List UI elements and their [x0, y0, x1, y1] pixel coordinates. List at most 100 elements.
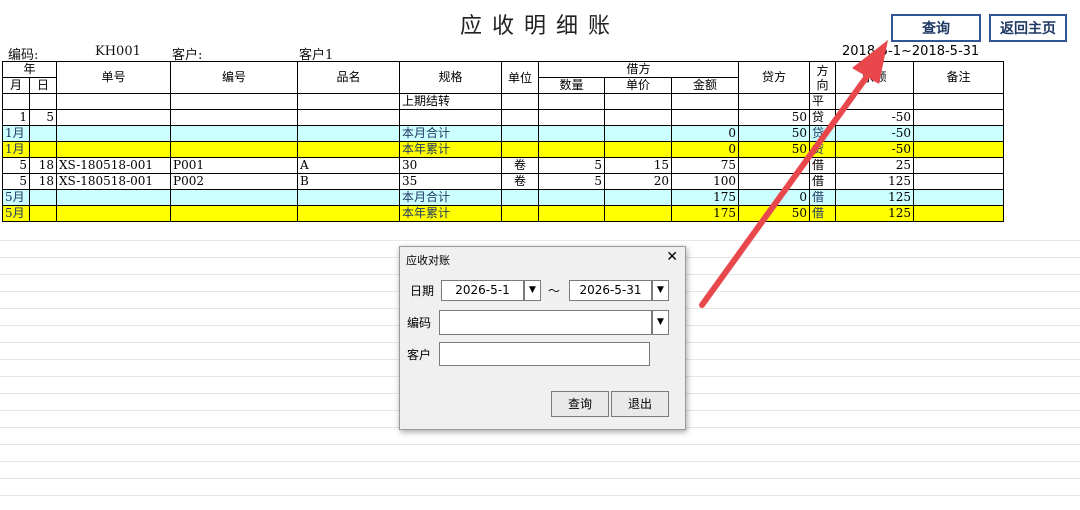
cell-spec[interactable]: 本月合计 [399, 125, 502, 142]
cell-unit[interactable] [501, 205, 539, 222]
cell-balance[interactable]: -50 [835, 125, 914, 142]
home-button[interactable]: 返回主页 [989, 14, 1067, 42]
cell-direction[interactable]: 贷 [809, 125, 836, 142]
cell-credit[interactable]: 50 [738, 125, 810, 142]
cell-amount[interactable] [671, 109, 739, 126]
cell-qty[interactable]: 5 [538, 173, 605, 190]
cell-code[interactable]: P002 [170, 173, 298, 190]
cell-spec[interactable]: 本月合计 [399, 189, 502, 206]
cell-balance[interactable]: -50 [835, 141, 914, 158]
cell-balance[interactable]: 25 [835, 157, 914, 174]
cell-balance[interactable]: 125 [835, 189, 914, 206]
cell-note[interactable] [913, 141, 1004, 158]
cell-unit[interactable] [501, 109, 539, 126]
cell-direction[interactable]: 借 [809, 157, 836, 174]
cell-note[interactable] [913, 125, 1004, 142]
cell-amount[interactable]: 0 [671, 141, 739, 158]
cell-amount[interactable]: 75 [671, 157, 739, 174]
cell-price[interactable]: 20 [604, 173, 672, 190]
cell-order-no[interactable] [56, 125, 171, 142]
cell-spec[interactable]: 35 [399, 173, 502, 190]
cell-price[interactable] [604, 205, 672, 222]
cell-unit[interactable]: 卷 [501, 173, 539, 190]
cell-unit[interactable] [501, 93, 539, 110]
cell-code[interactable]: P001 [170, 157, 298, 174]
cell-month[interactable] [2, 93, 30, 110]
cell-code[interactable] [170, 205, 298, 222]
dialog-exit-button[interactable]: 退出 [611, 391, 669, 417]
cell-amount[interactable]: 175 [671, 189, 739, 206]
cell-amount[interactable]: 175 [671, 205, 739, 222]
cell-product[interactable] [297, 93, 400, 110]
dialog-query-button[interactable]: 查询 [551, 391, 609, 417]
cell-order-no[interactable] [56, 205, 171, 222]
cell-credit[interactable]: 50 [738, 141, 810, 158]
cell-direction[interactable]: 借 [809, 173, 836, 190]
cell-direction[interactable]: 平 [809, 93, 836, 110]
cell-spec[interactable]: 上期结转 [399, 93, 502, 110]
cell-amount[interactable]: 0 [671, 125, 739, 142]
cell-month[interactable]: 1月 [2, 125, 30, 142]
cell-direction[interactable]: 贷 [809, 109, 836, 126]
cell-spec[interactable]: 30 [399, 157, 502, 174]
cell-product[interactable] [297, 125, 400, 142]
cell-order-no[interactable] [56, 189, 171, 206]
cell-direction[interactable]: 借 [809, 205, 836, 222]
cell-day[interactable]: 18 [29, 173, 57, 190]
cell-credit[interactable]: 0 [738, 189, 810, 206]
cell-price[interactable] [604, 141, 672, 158]
cell-month[interactable]: 5 [2, 173, 30, 190]
cell-balance[interactable]: 125 [835, 205, 914, 222]
cell-credit[interactable] [738, 173, 810, 190]
cell-credit[interactable]: 50 [738, 205, 810, 222]
query-button[interactable]: 查询 [891, 14, 981, 42]
date-to-field[interactable]: 2026-5-31 [569, 280, 652, 301]
cell-qty[interactable] [538, 141, 605, 158]
cell-balance[interactable] [835, 93, 914, 110]
cell-direction[interactable]: 借 [809, 189, 836, 206]
cell-month[interactable]: 5月 [2, 189, 30, 206]
code-dropdown-icon[interactable]: ▼ [652, 310, 669, 335]
cell-spec[interactable]: 本年累计 [399, 141, 502, 158]
cell-balance[interactable]: -50 [835, 109, 914, 126]
cell-month[interactable]: 1月 [2, 141, 30, 158]
cell-order-no[interactable]: XS-180518-001 [56, 173, 171, 190]
cell-spec[interactable]: 本年累计 [399, 205, 502, 222]
cell-price[interactable] [604, 93, 672, 110]
cell-product[interactable] [297, 189, 400, 206]
cell-amount[interactable] [671, 93, 739, 110]
cell-price[interactable] [604, 125, 672, 142]
cell-order-no[interactable]: XS-180518-001 [56, 157, 171, 174]
cell-price[interactable] [604, 189, 672, 206]
cell-code[interactable] [170, 189, 298, 206]
date-from-field[interactable]: 2026-5-1 [441, 280, 524, 301]
cell-price[interactable] [604, 109, 672, 126]
cell-order-no[interactable] [56, 141, 171, 158]
cell-direction[interactable]: 贷 [809, 141, 836, 158]
cell-note[interactable] [913, 205, 1004, 222]
cell-day[interactable] [29, 189, 57, 206]
customer-field[interactable] [439, 342, 650, 366]
cell-unit[interactable] [501, 189, 539, 206]
cell-note[interactable] [913, 173, 1004, 190]
cell-qty[interactable] [538, 125, 605, 142]
cell-unit[interactable] [501, 141, 539, 158]
cell-month[interactable]: 5 [2, 157, 30, 174]
cell-day[interactable] [29, 141, 57, 158]
cell-note[interactable] [913, 93, 1004, 110]
cell-day[interactable] [29, 205, 57, 222]
cell-product[interactable] [297, 109, 400, 126]
cell-product[interactable]: A [297, 157, 400, 174]
date-to-dropdown-icon[interactable]: ▼ [652, 280, 669, 301]
code-field[interactable] [439, 310, 652, 335]
cell-product[interactable]: B [297, 173, 400, 190]
cell-month[interactable]: 5月 [2, 205, 30, 222]
cell-month[interactable]: 1 [2, 109, 30, 126]
cell-note[interactable] [913, 189, 1004, 206]
cell-code[interactable] [170, 93, 298, 110]
cell-note[interactable] [913, 157, 1004, 174]
cell-spec[interactable] [399, 109, 502, 126]
cell-credit[interactable] [738, 157, 810, 174]
cell-balance[interactable]: 125 [835, 173, 914, 190]
date-from-dropdown-icon[interactable]: ▼ [524, 280, 541, 301]
